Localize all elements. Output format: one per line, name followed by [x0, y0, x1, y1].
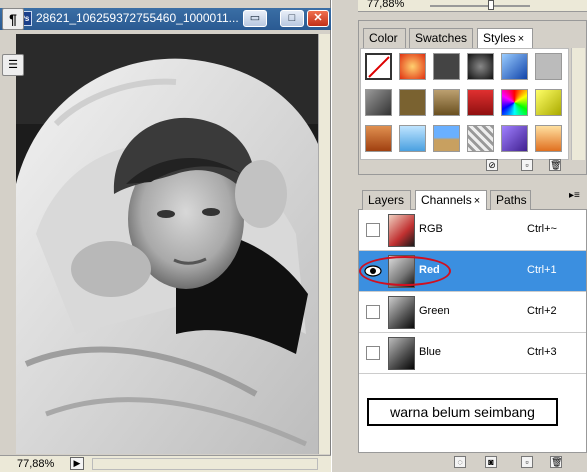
status-menu-icon[interactable]: ▶	[70, 457, 84, 470]
style-swatch[interactable]	[467, 53, 494, 80]
tab-label: Paths	[496, 193, 527, 207]
tab-label: Channels	[421, 193, 472, 207]
style-swatch[interactable]	[433, 53, 460, 80]
minimize-button[interactable]: ▭	[243, 10, 267, 27]
navigator-zoom-readout[interactable]: 77,88%	[367, 0, 404, 10]
paragraph-icon[interactable]: ¶	[2, 8, 24, 30]
save-selection-icon[interactable]: ◙	[485, 456, 497, 468]
visibility-toggle[interactable]	[366, 305, 380, 319]
channel-shortcut: Ctrl+1	[527, 264, 557, 276]
visibility-toggle[interactable]	[366, 223, 380, 237]
load-selection-icon[interactable]: ◌	[454, 456, 466, 468]
style-swatch[interactable]	[399, 125, 426, 152]
channel-shortcut: Ctrl+2	[527, 305, 557, 317]
new-style-icon[interactable]: ▫	[521, 159, 533, 171]
panel-dock-strip	[331, 0, 358, 472]
zoom-slider-track[interactable]	[430, 5, 530, 7]
style-swatch[interactable]	[365, 125, 392, 152]
tab-channels[interactable]: Channels ×	[415, 190, 487, 211]
channel-shortcut: Ctrl+3	[527, 346, 557, 358]
style-swatch[interactable]	[433, 125, 460, 152]
channel-shortcut: Ctrl+~	[527, 223, 557, 235]
style-swatch[interactable]	[535, 53, 562, 80]
style-swatch[interactable]	[433, 89, 460, 116]
tab-paths[interactable]: Paths	[490, 190, 531, 210]
annotation-text-box: warna belum seimbang	[367, 398, 558, 426]
annotation-ellipse	[359, 256, 451, 286]
document-title: 28621_106259372755460_1000011...	[36, 11, 239, 25]
close-button[interactable]: ✕	[307, 10, 329, 27]
style-swatch[interactable]	[399, 53, 426, 80]
style-swatch[interactable]	[535, 89, 562, 116]
photo-image	[16, 34, 318, 454]
tab-label: Layers	[368, 193, 405, 207]
channel-thumbnail	[388, 337, 415, 370]
tab-swatches[interactable]: Swatches	[409, 28, 473, 48]
notes-icon[interactable]: ☰	[2, 54, 24, 76]
channel-thumbnail	[388, 296, 415, 329]
style-swatch[interactable]	[501, 53, 528, 80]
tab-color[interactable]: Color	[363, 28, 406, 48]
style-swatch[interactable]	[501, 125, 528, 152]
channel-name: Blue	[419, 346, 442, 358]
delete-channel-icon[interactable]: 🗑	[550, 456, 562, 468]
panel-menu-icon[interactable]: ▸≡	[569, 190, 580, 201]
channels-footer: ◌ ◙ ▫ 🗑	[358, 452, 587, 472]
style-swatch[interactable]	[501, 89, 528, 116]
channel-name: Green	[419, 305, 450, 317]
style-swatch[interactable]	[535, 125, 562, 152]
delete-style-icon[interactable]: 🗑	[549, 159, 561, 171]
close-icon[interactable]: ×	[474, 195, 480, 207]
style-swatch-none[interactable]	[365, 53, 392, 80]
zoom-slider-thumb[interactable]	[488, 0, 494, 10]
tab-label: Color	[369, 31, 398, 45]
tab-layers[interactable]: Layers	[362, 190, 411, 210]
styles-grid	[360, 48, 569, 160]
styles-footer: ⊘ ▫ 🗑	[360, 159, 585, 173]
style-swatch[interactable]	[365, 89, 392, 116]
style-swatch[interactable]	[467, 125, 494, 152]
no-style-icon[interactable]: ⊘	[486, 159, 498, 171]
channel-row-green[interactable]: Green Ctrl+2	[359, 292, 586, 333]
channel-row-rgb[interactable]: RGB Ctrl+~	[359, 210, 586, 251]
style-swatch[interactable]	[467, 89, 494, 116]
document-canvas-photo[interactable]	[16, 34, 318, 454]
channel-name: RGB	[419, 223, 443, 235]
channel-row-blue[interactable]: Blue Ctrl+3	[359, 333, 586, 374]
no-style-icon	[368, 56, 390, 78]
styles-vertical-scrollbar[interactable]	[571, 48, 585, 160]
tab-label: Styles	[483, 31, 516, 45]
tab-styles[interactable]: Styles ×	[477, 28, 533, 49]
style-swatch[interactable]	[399, 89, 426, 116]
new-channel-icon[interactable]: ▫	[521, 456, 533, 468]
visibility-toggle[interactable]	[366, 346, 380, 360]
close-icon[interactable]: ×	[518, 33, 524, 45]
channel-thumbnail	[388, 214, 415, 247]
document-zoom-readout[interactable]: 77,88%	[17, 458, 54, 470]
document-horizontal-scrollbar[interactable]	[92, 458, 318, 470]
document-vertical-scrollbar[interactable]	[318, 34, 330, 454]
tab-label: Swatches	[415, 31, 468, 45]
maximize-button[interactable]: □	[280, 10, 304, 27]
